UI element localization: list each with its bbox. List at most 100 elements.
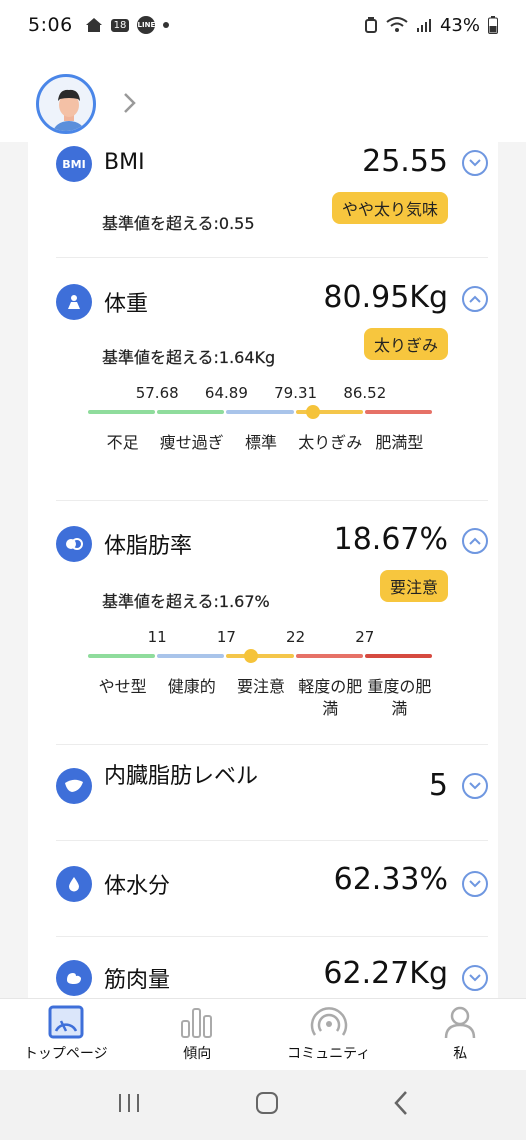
metric-value: 5 [428,768,448,803]
divider [56,500,488,501]
nav-label: トップページ [23,1046,108,1062]
nav-label: 傾向 [183,1046,212,1062]
status-bar: 5:06 18 LINE 43% [0,0,526,50]
metric-name: 体脂肪率 [104,534,193,559]
status-time: 5:06 [28,14,73,36]
weight-scale: 57.68 64.89 79.31 86.52 不足 痩せ過ぎ 標準 太りぎみ … [88,384,434,454]
signal-icon [416,17,432,33]
metric-name: 体水分 [104,874,171,899]
chevron-up-icon[interactable] [462,286,488,312]
metric-name: 内臓脂肪レベル [104,764,259,789]
scale-tick: 22 [286,628,306,646]
broadcast-icon [310,1007,347,1036]
metric-muscle-mass[interactable]: 筋肉量 62.27Kg [56,956,488,998]
metric-body-fat[interactable]: 体脂肪率 18.67% 要注意 基準値を超える:1.67% [56,522,488,626]
avatar[interactable] [36,74,96,134]
more-notifications-dot [163,22,170,28]
body-fat-scale: 11 17 22 27 やせ型 健康的 要注意 軽度の肥満 重度の肥満 [88,628,434,720]
alarm-icon [364,17,378,33]
liver-icon [56,768,92,804]
chevron-down-icon[interactable] [462,965,488,991]
nav-item-me[interactable]: 私 [395,999,526,1070]
gauge-icon [48,1005,84,1039]
metric-body-water[interactable]: 体水分 62.33% [56,862,488,916]
system-navigation-bar [0,1070,526,1140]
scale-label: 重度の肥満 [367,677,432,718]
scale-icon [56,284,92,320]
scale-segment [295,654,363,658]
recent-apps-icon[interactable] [116,1092,142,1118]
muscle-icon [56,960,92,996]
scale-tick: 86.52 [343,384,387,402]
nav-item-trend[interactable]: 傾向 [132,999,264,1070]
scale-label: 不足 [106,433,139,452]
divider [56,936,488,937]
nav-item-community[interactable]: コミュニティ [263,999,395,1070]
home-button-icon[interactable] [254,1090,280,1120]
divider [56,744,488,745]
scale-label: やせ型 [98,677,147,696]
chevron-down-icon[interactable] [462,150,488,176]
status-badge: 太りぎみ [363,328,448,360]
chevron-up-icon[interactable] [462,528,488,554]
scale-tick: 79.31 [274,384,318,402]
metric-name: 筋肉量 [104,968,171,993]
metric-sub: 基準値を超える:1.64Kg [102,348,276,367]
metric-value: 62.27Kg [323,956,448,991]
scale-labels: 不足 痩せ過ぎ 標準 太りぎみ 肥満型 [88,432,434,454]
nav-label: コミュニティ [287,1046,371,1062]
scale-label: 軽度の肥満 [298,677,363,718]
scale-bar [88,649,434,663]
metric-visceral-fat[interactable]: 内臓脂肪レベル 5 [56,764,488,834]
profile-header [0,50,526,142]
scale-label: 健康的 [167,677,216,696]
calendar-icon: 18 [110,18,130,32]
scale-segment [364,410,433,414]
status-badge: 要注意 [379,570,448,602]
metric-name: 体重 [104,292,149,317]
back-icon[interactable] [392,1090,410,1120]
scale-label: 痩せ過ぎ [159,433,224,452]
divider [56,840,488,841]
chevron-down-icon[interactable] [462,773,488,799]
nav-item-top[interactable]: トップページ [0,999,132,1070]
scale-ticks: 11 17 22 27 [88,628,434,650]
scale-segment [157,410,225,414]
metric-sub: 基準値を超える:1.67% [102,592,270,611]
scale-label: 標準 [245,433,278,452]
scale-segment [364,654,433,658]
scale-segment [226,654,294,658]
scale-segment [88,654,156,658]
wifi-icon [386,17,408,33]
metric-value: 62.33% [333,862,448,897]
metric-value: 80.95Kg [323,280,448,315]
divider [56,257,488,258]
battery-percent: 43% [439,14,480,36]
scale-marker [305,405,320,419]
scale-marker [243,649,258,663]
scale-segment [226,410,294,414]
scale-label: 要注意 [237,677,286,696]
battery-icon [488,16,498,34]
scale-tick: 64.89 [204,384,248,402]
bmi-icon: BMI [56,146,92,182]
scale-labels: やせ型 健康的 要注意 軽度の肥満 重度の肥満 [88,676,434,720]
scale-segment [88,410,156,414]
scale-tick: 57.68 [135,384,179,402]
scale-label: 太りぎみ [298,433,363,452]
status-badge: やや太り気味 [331,192,448,224]
chevron-down-icon[interactable] [462,871,488,897]
metric-value: 18.67% [333,522,448,557]
bar-chart-icon [181,1008,213,1038]
scale-tick: 17 [216,628,236,646]
metric-bmi[interactable]: BMI BMI 25.55 やや太り気味 基準値を超える:0.55 [56,144,488,256]
metric-name: BMI [104,150,145,175]
bottom-navigation: トップページ 傾向 コミュニティ 私 [0,998,526,1070]
scale-label: 肥満型 [375,433,424,452]
metric-sub: 基準値を超える:0.55 [102,214,255,233]
body-fat-icon [56,526,92,562]
scale-bar [88,405,434,419]
metric-value: 25.55 [362,144,448,179]
nav-label: 私 [453,1046,468,1062]
chevron-right-icon[interactable] [122,92,136,118]
